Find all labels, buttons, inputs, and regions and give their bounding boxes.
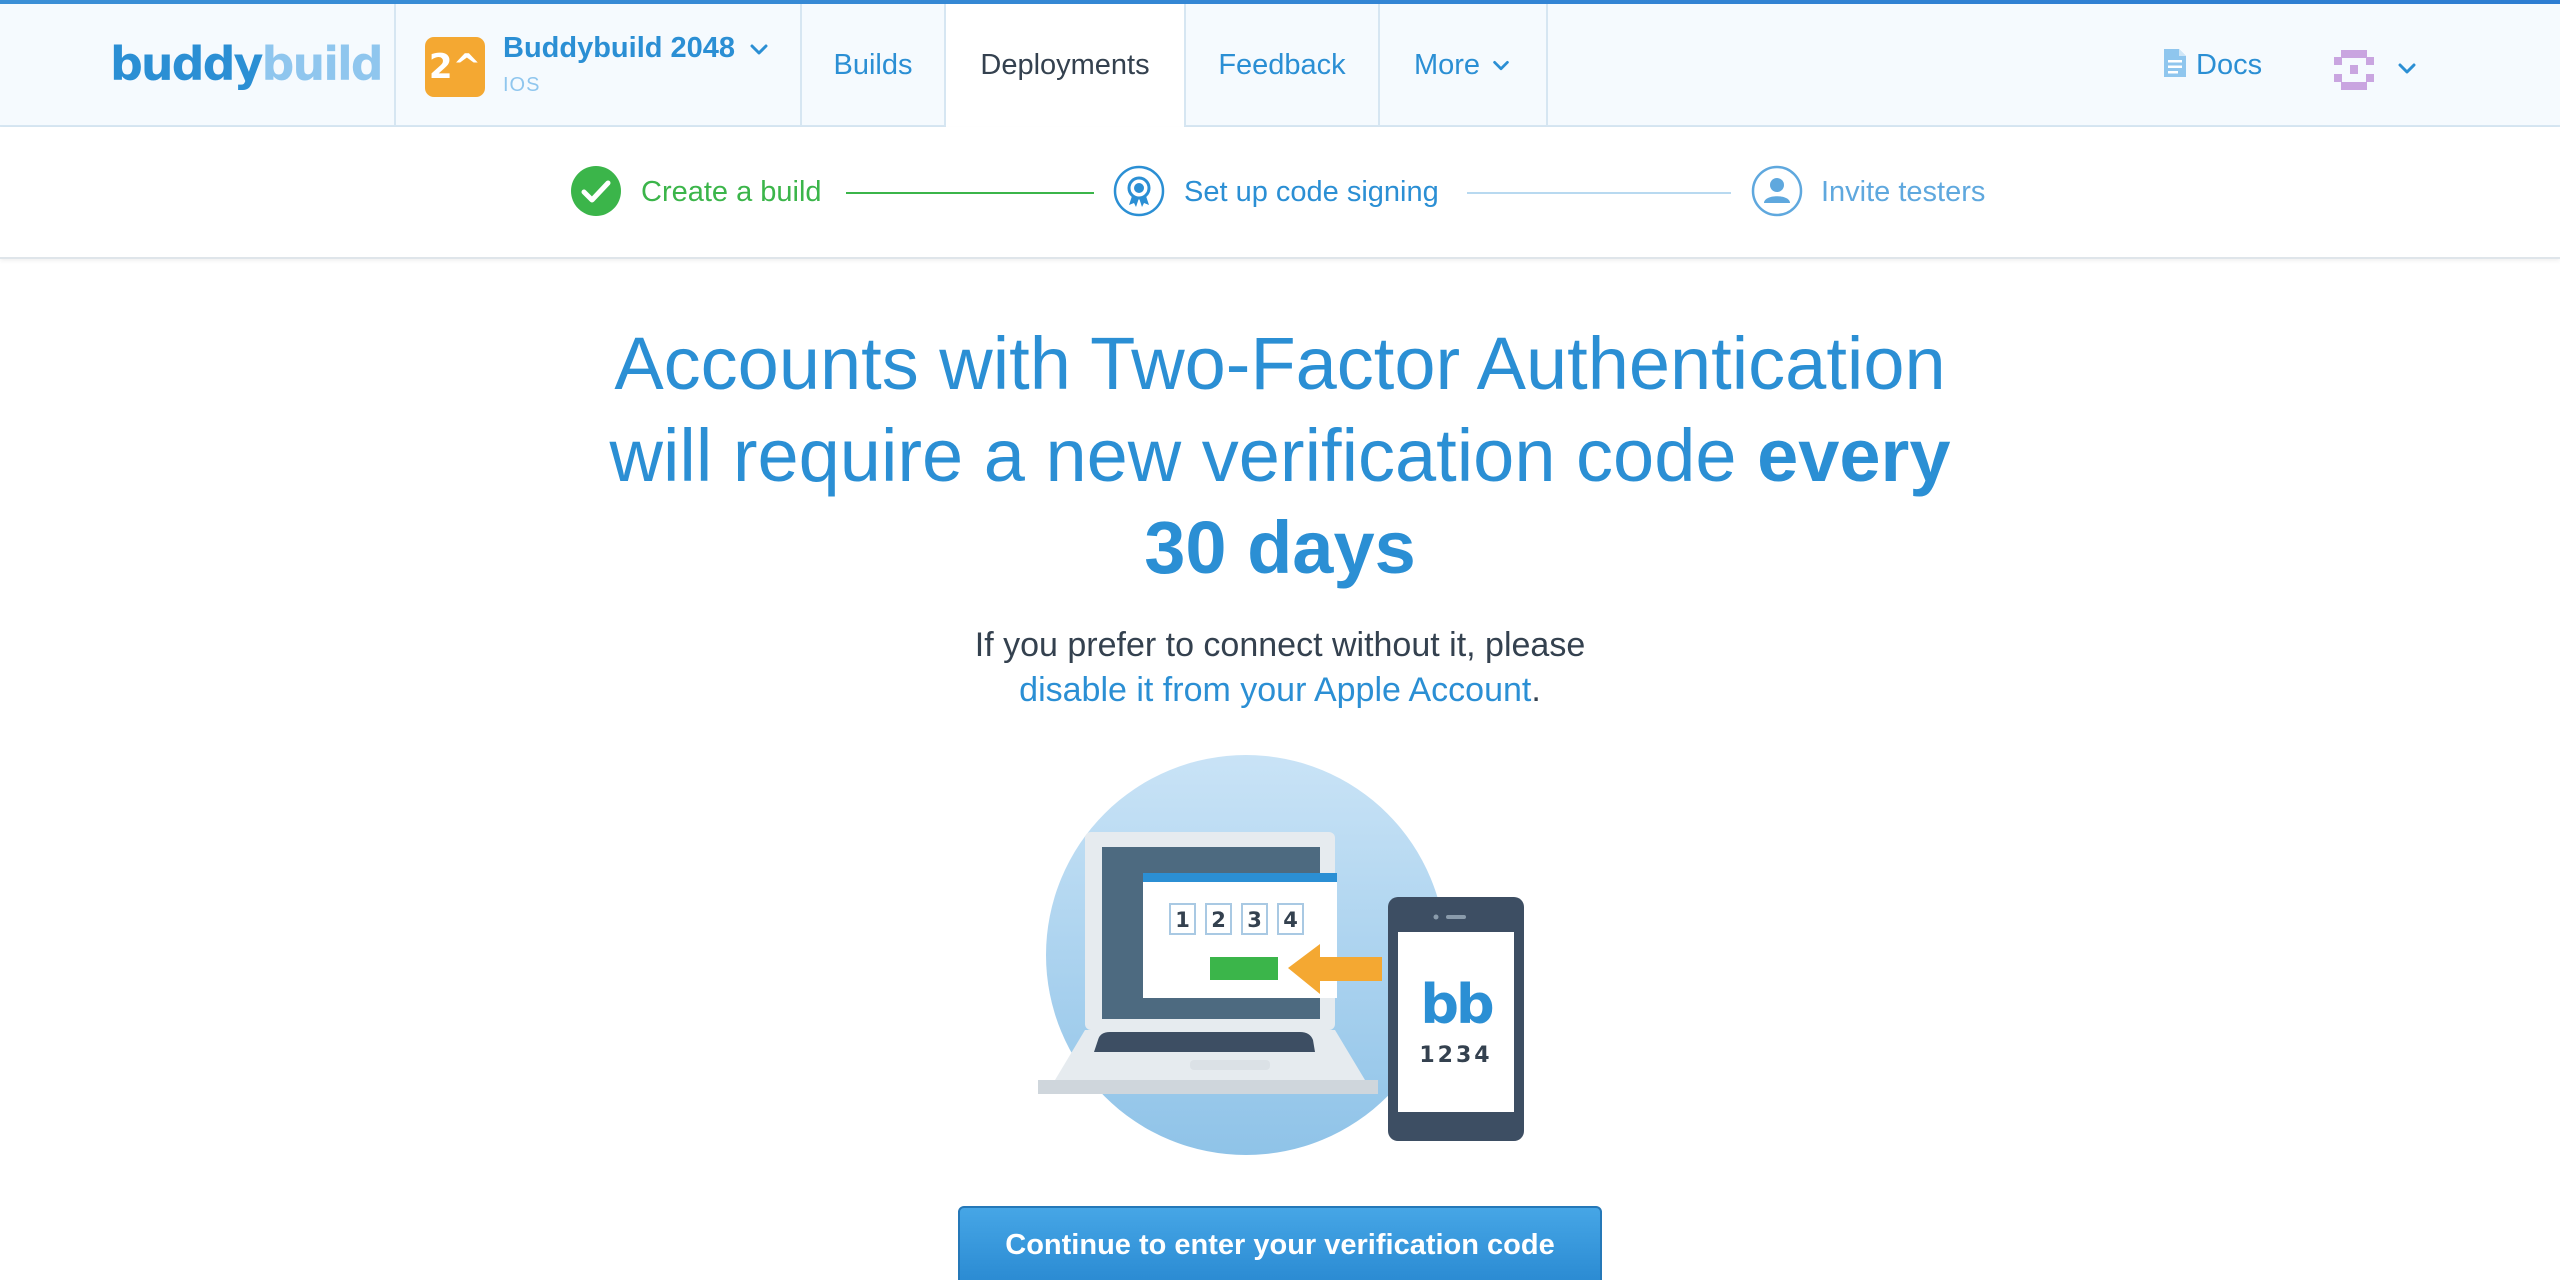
tab-deployments[interactable]: Deployments xyxy=(946,4,1184,129)
tab-more[interactable]: More xyxy=(1380,4,1546,127)
code-digit: 1 xyxy=(1175,908,1190,932)
user-icon xyxy=(1751,165,1803,217)
logo-text-build: build xyxy=(261,37,384,91)
docs-link[interactable]: Docs xyxy=(2162,4,2262,127)
page-headline: Accounts with Two-Factor Authentication … xyxy=(480,318,2080,594)
buddybuild-logo[interactable]: buddybuild xyxy=(110,34,384,94)
chevron-down-icon xyxy=(750,44,768,55)
chevron-down-icon[interactable] xyxy=(2395,57,2419,81)
app-switcher[interactable]: 2^ Buddybuild 2048 IOS xyxy=(395,4,800,127)
step-connector xyxy=(846,192,1094,194)
code-digit: 2 xyxy=(1211,908,1226,932)
continue-verification-button[interactable]: Continue to enter your verification code xyxy=(958,1206,1602,1280)
tab-feedback[interactable]: Feedback xyxy=(1186,4,1378,127)
headline-line-3: 30 days xyxy=(1144,506,1416,589)
chevron-down-icon xyxy=(1493,61,1509,71)
two-factor-illustration: 1 2 3 4 bb 1234 xyxy=(1038,755,1524,1155)
onboarding-stepper: Create a build Set up code signing Invit… xyxy=(0,127,2560,259)
tab-more-label: More xyxy=(1413,49,1481,81)
nav-separator xyxy=(1546,4,1548,127)
headline-line-2-text: will require a new verification code xyxy=(609,414,1758,497)
step-code-signing[interactable]: Set up code signing xyxy=(1184,167,1439,217)
headline-line-1: Accounts with Two-Factor Authentication xyxy=(614,322,1946,405)
phone-code: 1234 xyxy=(1419,1043,1492,1068)
app-icon: 2^ xyxy=(425,37,485,97)
code-digit: 3 xyxy=(1247,908,1262,932)
app-name: Buddybuild 2048 xyxy=(503,32,736,64)
checkmark-icon xyxy=(571,166,621,216)
phone-logo: bb xyxy=(1420,973,1493,1036)
top-navbar: buddybuild 2^ Buddybuild 2048 IOS Builds… xyxy=(0,4,2560,129)
headline-line-2: will require a new verification code eve… xyxy=(480,410,2080,502)
step-connector xyxy=(1467,192,1731,194)
tab-builds[interactable]: Builds xyxy=(802,4,944,127)
docs-label: Docs xyxy=(2196,49,2263,81)
badge-icon xyxy=(1113,165,1165,217)
instruction-line-2: disable it from your Apple Account. xyxy=(780,668,1780,713)
instruction-line-1: If you prefer to connect without it, ple… xyxy=(974,626,1586,664)
app-platform: IOS xyxy=(503,74,541,96)
code-digit: 4 xyxy=(1283,908,1298,932)
step-create-build[interactable]: Create a build xyxy=(641,167,822,217)
step-invite-testers[interactable]: Invite testers xyxy=(1821,167,1985,217)
logo-text-buddy: buddy xyxy=(110,37,264,91)
instruction-period: . xyxy=(1531,671,1541,709)
user-avatar-icon[interactable] xyxy=(2332,48,2376,92)
disable-2fa-link[interactable]: disable it from your Apple Account xyxy=(1019,671,1531,709)
document-icon xyxy=(2164,49,2186,78)
instruction-text: If you prefer to connect without it, ple… xyxy=(780,623,1780,713)
headline-line-2-bold: every xyxy=(1757,414,1951,497)
